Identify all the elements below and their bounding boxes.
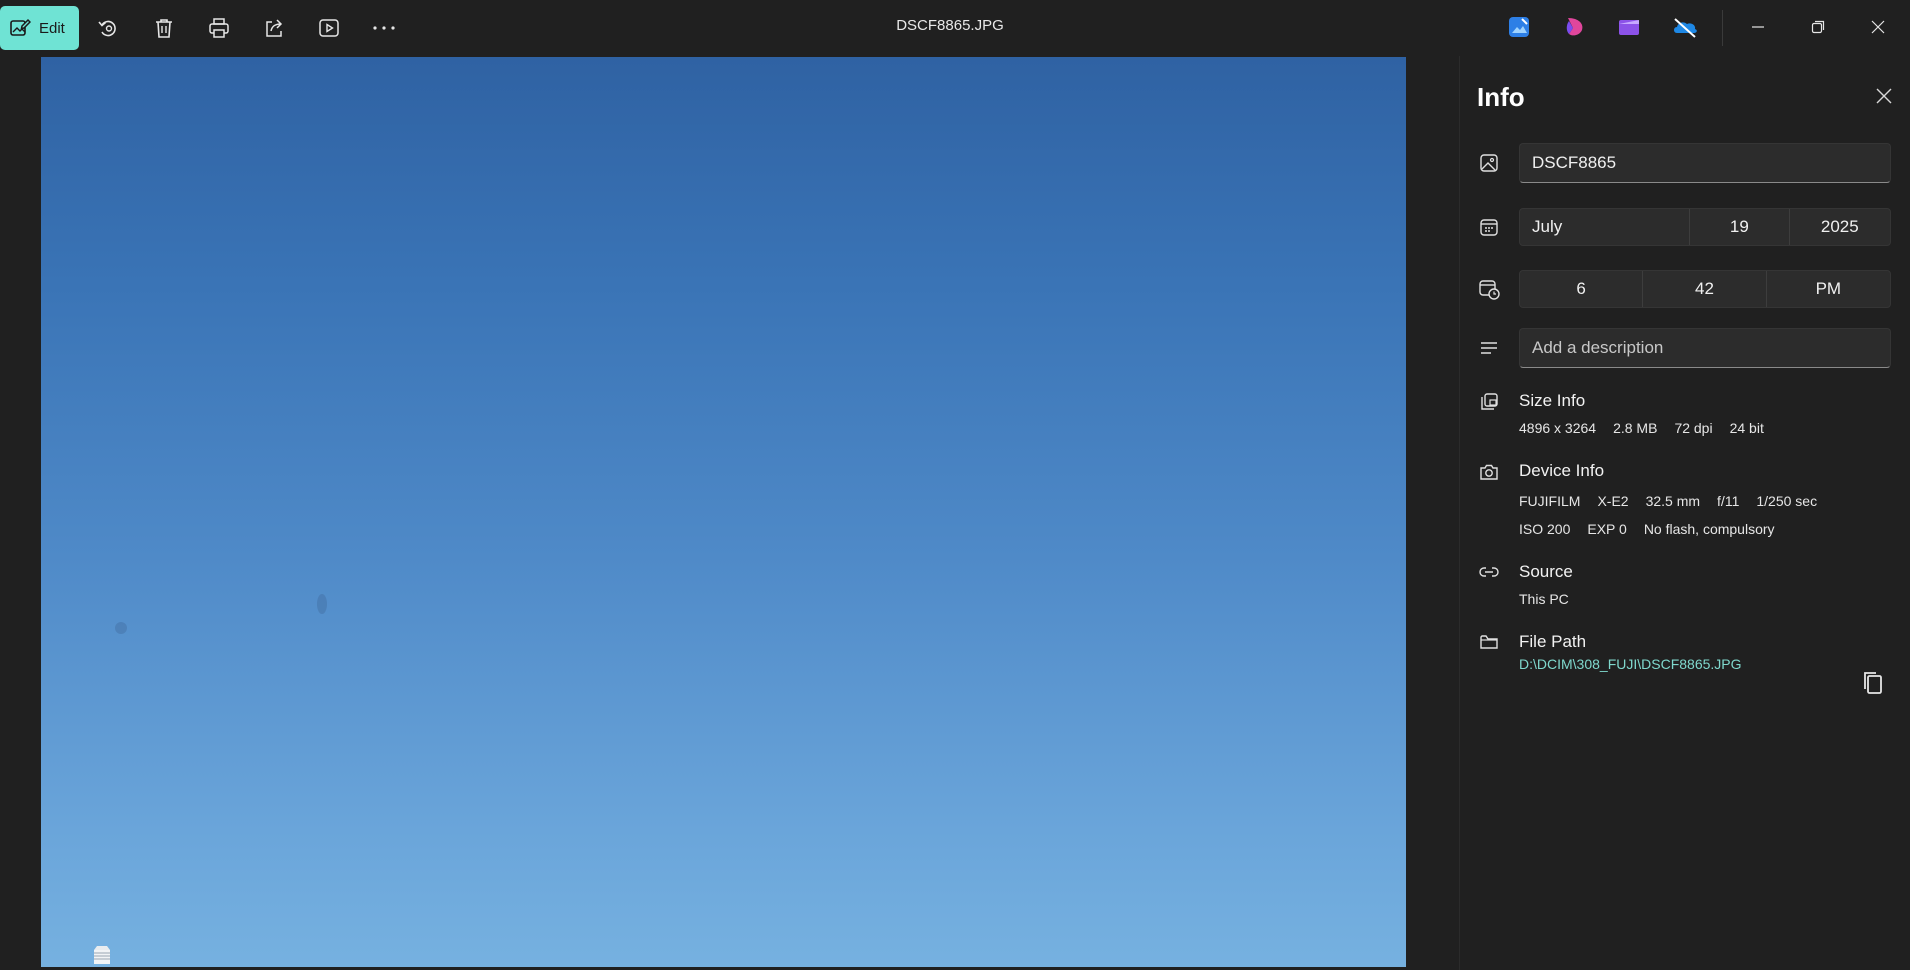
date-picker[interactable]: July 19 2025	[1519, 208, 1891, 246]
designer-icon	[1566, 18, 1583, 36]
onedrive-off-icon	[1674, 18, 1697, 38]
clipchamp-icon	[1619, 20, 1639, 35]
folder-icon	[1477, 630, 1501, 654]
image-dimensions: 4896 x 3264	[1519, 420, 1597, 436]
close-icon	[1876, 88, 1892, 104]
title-bar: Edit DSCF8865.JPG	[0, 0, 1910, 56]
minimize-icon	[1752, 26, 1764, 28]
size-info-details: 4896 x 3264 2.8 MB 72 dpi 24 bit	[1519, 420, 1781, 436]
bit-depth: 24 bit	[1729, 420, 1764, 436]
lighthouse-top	[94, 946, 110, 964]
close-icon	[1871, 20, 1885, 34]
aperture: f/11	[1717, 493, 1740, 509]
camera-icon	[1477, 460, 1501, 484]
restore-icon	[1811, 20, 1825, 34]
toolbar-divider	[1722, 10, 1723, 46]
restore-button[interactable]	[1798, 12, 1838, 42]
camera-make: FUJIFILM	[1519, 493, 1581, 509]
time-picker[interactable]: 6 42 PM	[1519, 270, 1891, 308]
iso: ISO 200	[1519, 521, 1571, 537]
flash: No flash, compulsory	[1643, 521, 1775, 537]
close-window-button[interactable]	[1858, 12, 1898, 42]
clock-icon	[1477, 277, 1501, 301]
source-value: This PC	[1519, 591, 1569, 607]
clipchamp-app-button[interactable]	[1614, 12, 1644, 42]
date-day[interactable]: 19	[1690, 209, 1790, 245]
image-icon	[1477, 151, 1501, 175]
photos-app-button[interactable]	[1504, 12, 1534, 42]
copy-path-button[interactable]	[1857, 667, 1889, 699]
date-year[interactable]: 2025	[1790, 209, 1890, 245]
info-panel: Info DSCF8865 July 19 2025 6 42 PM Add a…	[1459, 56, 1910, 970]
copy-icon	[1864, 672, 1882, 694]
close-info-button[interactable]	[1870, 82, 1898, 110]
time-hour[interactable]: 6	[1520, 271, 1644, 307]
shutter-speed: 1/250 sec	[1756, 493, 1818, 509]
sensor-dust-spot	[115, 622, 127, 634]
source-title: Source	[1519, 562, 1573, 581]
size-info-title: Size Info	[1519, 391, 1586, 410]
description-icon	[1477, 336, 1501, 360]
image-dpi: 72 dpi	[1674, 420, 1713, 436]
file-path-title: File Path	[1519, 632, 1587, 651]
size-info-icon	[1477, 390, 1501, 414]
device-info-line-2: ISO 200 EXP 0 No flash, compulsory	[1519, 521, 1792, 537]
photo-editor-icon	[1509, 17, 1529, 37]
date-month[interactable]: July	[1520, 209, 1691, 245]
filename-field[interactable]: DSCF8865	[1519, 143, 1891, 183]
device-info-title: Device Info	[1519, 461, 1605, 480]
link-icon	[1477, 560, 1501, 584]
designer-app-button[interactable]	[1560, 12, 1590, 42]
description-input[interactable]: Add a description	[1519, 328, 1891, 368]
photo-view[interactable]	[41, 57, 1406, 967]
file-size: 2.8 MB	[1613, 420, 1658, 436]
time-minute[interactable]: 42	[1643, 271, 1767, 307]
minimize-button[interactable]	[1738, 12, 1778, 42]
focal-length: 32.5 mm	[1645, 493, 1701, 509]
info-heading: Info	[1477, 82, 1525, 112]
file-path-link[interactable]: D:\DCIM\308_FUJI\DSCF8865.JPG	[1519, 656, 1742, 672]
camera-model: X-E2	[1597, 493, 1629, 509]
exposure: EXP 0	[1587, 521, 1627, 537]
time-period[interactable]: PM	[1767, 271, 1890, 307]
device-info-line-1: FUJIFILM X-E2 32.5 mm f/11 1/250 sec	[1519, 493, 1834, 509]
sensor-dust-spot	[317, 594, 327, 614]
calendar-icon	[1477, 215, 1501, 239]
onedrive-button[interactable]	[1670, 12, 1700, 42]
